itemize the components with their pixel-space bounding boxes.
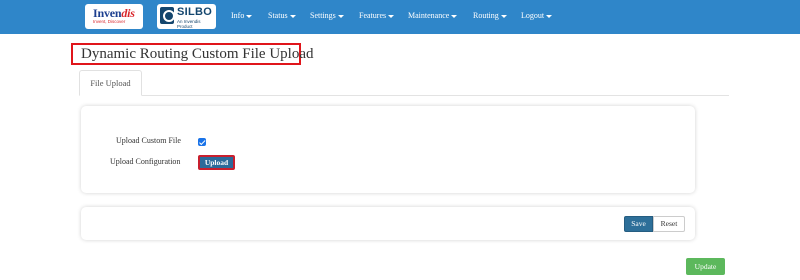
menu-maintenance[interactable]: Maintenance — [408, 11, 458, 20]
menu-status[interactable]: Status — [268, 11, 296, 20]
caret-down-icon — [337, 14, 344, 18]
silbo-logo[interactable]: SILBO An Invendis Product — [157, 4, 216, 29]
upload-button[interactable]: Upload — [198, 155, 235, 170]
menu-settings[interactable]: Settings — [310, 11, 344, 20]
silbo-logo-mark-icon — [160, 7, 175, 24]
caret-down-icon — [500, 14, 507, 18]
top-navbar: Invendis Invent, Discover SILBO An Inven… — [0, 0, 800, 34]
menu-routing[interactable]: Routing — [473, 11, 507, 20]
tab-bar-divider — [79, 95, 729, 96]
upload-custom-file-label: Upload Custom File — [116, 136, 181, 145]
upload-form-panel: Upload Custom File Upload Configuration … — [81, 106, 695, 193]
tab-file-upload[interactable]: File Upload — [79, 70, 142, 96]
menu-logout[interactable]: Logout — [521, 11, 553, 20]
caret-down-icon — [546, 14, 553, 18]
invendis-logo[interactable]: Invendis Invent, Discover — [85, 4, 143, 29]
reset-button[interactable]: Reset — [653, 216, 685, 232]
save-button[interactable]: Save — [624, 216, 653, 232]
caret-down-icon — [451, 14, 458, 18]
actions-panel: Save Reset — [81, 207, 695, 240]
update-button[interactable]: Update — [686, 258, 725, 275]
silbo-logo-text: SILBO — [177, 6, 213, 18]
upload-custom-file-checkbox[interactable] — [198, 138, 206, 146]
menu-features[interactable]: Features — [359, 11, 395, 20]
upload-configuration-label: Upload Configuration — [110, 157, 181, 166]
silbo-logo-tagline: An Invendis Product — [177, 19, 201, 29]
caret-down-icon — [246, 14, 253, 18]
caret-down-icon — [388, 14, 395, 18]
caret-down-icon — [289, 14, 296, 18]
page-title: Dynamic Routing Custom File Upload — [71, 43, 314, 65]
menu-info[interactable]: Info — [231, 11, 253, 20]
invendis-logo-tagline: Invent, Discover — [93, 19, 126, 24]
